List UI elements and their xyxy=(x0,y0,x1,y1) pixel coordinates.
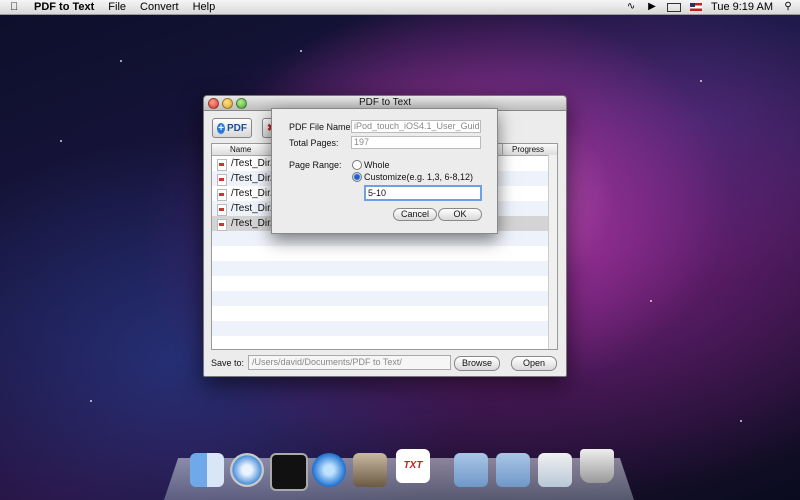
documents-folder-icon[interactable] xyxy=(496,453,530,487)
column-name[interactable]: Name xyxy=(230,145,251,154)
pdf-file-icon xyxy=(217,189,227,201)
page-range-label: Page Range: xyxy=(289,160,342,170)
add-pdf-label: PDF xyxy=(227,122,247,134)
whole-radio[interactable] xyxy=(352,160,362,170)
minimize-icon[interactable] xyxy=(222,98,233,109)
pdf-file-icon xyxy=(217,174,227,186)
menu-help[interactable]: Help xyxy=(193,1,216,13)
whole-radio-label[interactable]: Whole xyxy=(364,160,390,170)
file-path: /Test_Dir/ xyxy=(231,188,274,199)
file-path: /Test_Dir/ xyxy=(231,173,274,184)
pdf-file-icon xyxy=(217,204,227,216)
total-pages-label: Total Pages: xyxy=(289,138,339,148)
applications-folder-icon[interactable] xyxy=(454,453,488,487)
spotlight-icon[interactable]: ⚲ xyxy=(782,2,794,12)
table-scrollbar[interactable] xyxy=(548,155,557,349)
open-button[interactable]: Open xyxy=(511,356,557,371)
star xyxy=(90,400,92,402)
file-path: /Test_Dir/ xyxy=(231,203,274,214)
table-row-empty xyxy=(212,306,557,321)
star xyxy=(60,140,62,142)
page-range-input[interactable]: 5-10 xyxy=(364,185,482,201)
window-title: PDF to Text xyxy=(358,97,412,108)
menu-file[interactable]: File xyxy=(108,1,126,13)
window-controls xyxy=(208,98,247,109)
zoom-icon[interactable] xyxy=(236,98,247,109)
star xyxy=(120,60,122,62)
star xyxy=(300,50,302,52)
terminal-icon[interactable] xyxy=(270,453,308,491)
menu-clock[interactable]: Tue 9:19 AM xyxy=(711,1,773,13)
total-pages-field[interactable]: 197 xyxy=(351,136,481,149)
table-row-empty xyxy=(212,336,557,349)
file-name-field[interactable]: iPod_touch_iOS4.1_User_Guide_ xyxy=(351,120,481,133)
input-source-flag-icon[interactable] xyxy=(690,3,703,11)
page-range-dialog: PDF File Name: iPod_touch_iOS4.1_User_Gu… xyxy=(271,108,498,234)
table-row-empty xyxy=(212,276,557,291)
trash-icon[interactable] xyxy=(580,449,614,483)
add-pdf-button[interactable]: + PDF xyxy=(212,118,252,138)
table-row-empty xyxy=(212,246,557,261)
finder-icon[interactable] xyxy=(190,453,224,487)
wifi-icon[interactable]: ∿ xyxy=(625,2,637,12)
star xyxy=(740,420,742,422)
table-row-empty xyxy=(212,261,557,276)
pdf-to-text-dock-icon[interactable]: TXT xyxy=(396,449,430,483)
menu-bar:  PDF to Text File Convert Help ∿ ▶ Tue … xyxy=(0,0,800,15)
browse-button[interactable]: Browse xyxy=(454,356,500,371)
column-divider xyxy=(502,144,503,155)
battery-icon[interactable] xyxy=(667,2,682,12)
table-row-empty xyxy=(212,321,557,336)
file-name-label: PDF File Name: xyxy=(289,122,354,132)
apple-menu-icon[interactable]:  xyxy=(10,1,24,13)
column-progress[interactable]: Progress xyxy=(512,145,544,154)
star xyxy=(700,80,702,82)
menu-extras: ∿ ▶ Tue 9:19 AM ⚲ xyxy=(625,1,794,13)
cancel-button[interactable]: Cancel xyxy=(393,208,437,221)
star xyxy=(650,300,652,302)
save-path-field[interactable]: /Users/david/Documents/PDF to Text/ xyxy=(248,355,451,370)
customize-radio-label[interactable]: Customize(e.g. 1,3, 6-8,12) xyxy=(364,172,473,182)
menu-app-name[interactable]: PDF to Text xyxy=(34,1,94,13)
pdf-file-icon xyxy=(217,159,227,171)
plus-icon: + xyxy=(217,122,225,134)
save-to-label: Save to: xyxy=(211,358,245,368)
table-row-empty xyxy=(212,291,557,306)
file-path: /Test_Dir/ xyxy=(231,218,274,229)
itunes-icon[interactable] xyxy=(312,453,346,487)
safari-icon[interactable] xyxy=(230,453,264,487)
downloads-stack-icon[interactable] xyxy=(538,453,572,487)
menu-convert[interactable]: Convert xyxy=(140,1,179,13)
preview-icon[interactable] xyxy=(353,453,387,487)
ok-button[interactable]: OK xyxy=(438,208,482,221)
customize-radio[interactable] xyxy=(352,172,362,182)
pdf-file-icon xyxy=(217,219,227,231)
volume-icon[interactable]: ▶ xyxy=(646,2,658,12)
file-path: /Test_Dir/ xyxy=(231,158,274,169)
close-icon[interactable] xyxy=(208,98,219,109)
